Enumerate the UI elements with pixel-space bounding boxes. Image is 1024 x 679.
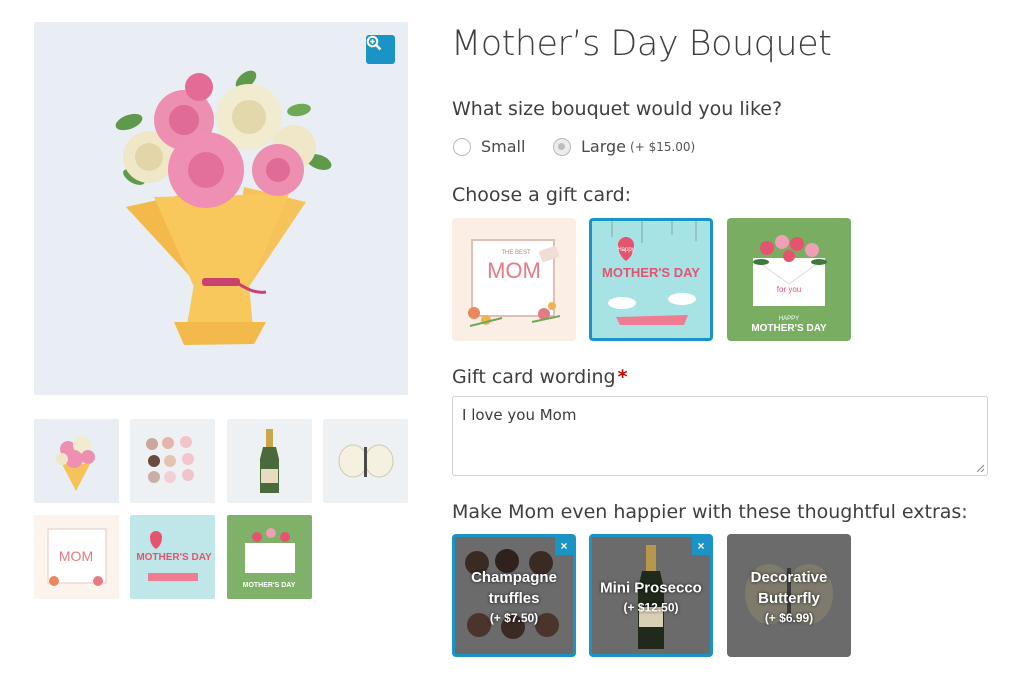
size-option-large[interactable]: Large (+ $15.00)	[553, 137, 695, 156]
for-you-card-image: for you HAPPY MOTHER'S DAY	[751, 235, 827, 334]
card-happy-text: Happy	[617, 247, 634, 253]
gift-card-label: Choose a gift card:	[452, 184, 632, 206]
gift-card-option-for-you[interactable]: for you HAPPY MOTHER'S DAY	[727, 218, 851, 341]
best-mom-thumbnail-image: MOM	[47, 528, 107, 586]
butterfly-thumbnail-image	[338, 444, 394, 478]
mothers-day-card-image: Happy MOTHER'S DAY	[602, 221, 700, 325]
extra-name-line1: Champagne	[471, 568, 557, 586]
extra-text: Champagne truffles (+ $7.50)	[455, 567, 573, 625]
extra-name-line1: Decorative	[750, 568, 828, 586]
extra-price: (+ $6.99)	[764, 610, 814, 625]
svg-text:MOTHER'S DAY: MOTHER'S DAY	[243, 582, 296, 589]
radio-large[interactable]	[553, 137, 571, 156]
remove-extra-icon[interactable]: ×	[692, 537, 710, 555]
magnifier-plus-icon	[366, 35, 382, 51]
card-mothers-day-small-text: MOTHER'S DAY	[751, 323, 827, 334]
extra-name-line2: truffles	[488, 589, 540, 607]
prosecco-thumbnail-image	[260, 429, 279, 493]
card-for-you-text: for you	[777, 285, 801, 294]
card-best-text: THE BEST	[501, 250, 531, 256]
bouquet-illustration	[115, 70, 332, 345]
card-mothers-day-text: MOTHER'S DAY	[602, 265, 700, 280]
product-title: Mother’s Day Bouquet	[451, 24, 832, 64]
size-option-small-label: Small	[481, 137, 526, 156]
thumbnail-truffles[interactable]	[130, 419, 215, 503]
svg-text:MOTHER'S DAY: MOTHER'S DAY	[136, 552, 212, 563]
extra-price: (+ $12.50)	[623, 600, 679, 614]
card-happy-small-text: HAPPY	[779, 316, 799, 322]
gift-card-wording-label-text: Gift card wording	[452, 366, 616, 388]
size-option-large-price: (+ $15.00)	[630, 139, 696, 154]
gift-card-wording-label: Gift card wording *	[452, 366, 628, 388]
svg-text:MOM: MOM	[59, 548, 93, 564]
size-option-large-label: Large	[581, 137, 627, 156]
extra-text: Decorative Butterfly (+ $6.99)	[727, 567, 851, 625]
extra-price: (+ $7.50)	[489, 610, 539, 625]
card-mom-text: MOM	[487, 258, 541, 283]
required-marker: *	[617, 366, 628, 388]
truffles-thumbnail-image	[146, 436, 194, 483]
thumbnail-butterfly[interactable]	[323, 419, 408, 503]
gift-card-option-mothers-day[interactable]: Happy MOTHER'S DAY	[589, 218, 713, 341]
gift-card-wording-value: I love you Mom	[462, 406, 577, 424]
remove-extra-icon[interactable]: ×	[555, 537, 573, 555]
extras-label: Make Mom even happier with these thought…	[452, 501, 968, 523]
main-product-image[interactable]	[34, 22, 408, 395]
thumbnail-for-you-card[interactable]: MOTHER'S DAY	[227, 515, 312, 599]
zoom-button[interactable]	[366, 35, 395, 64]
extra-name-line1: Mini Prosecco	[600, 579, 702, 596]
size-option-small[interactable]: Small	[453, 137, 525, 156]
thumbnail-bouquet[interactable]	[34, 419, 119, 503]
radio-small[interactable]	[453, 137, 471, 156]
gift-card-wording-input[interactable]: I love you Mom	[452, 396, 988, 476]
extra-champagne-truffles[interactable]: × Champagne truffles (+ $7.50)	[452, 534, 576, 657]
extra-name-line2: Butterfly	[758, 589, 820, 607]
extra-mini-prosecco[interactable]: × Mini Prosecco (+ $12.50)	[589, 534, 713, 657]
mothers-day-thumbnail-image: MOTHER'S DAY	[136, 531, 212, 581]
gift-card-option-best-mom[interactable]: THE BEST MOM	[452, 218, 576, 341]
extra-decorative-butterfly[interactable]: Decorative Butterfly (+ $6.99)	[727, 534, 851, 657]
thumbnail-mothers-day-card[interactable]: MOTHER'S DAY	[130, 515, 215, 599]
bouquet-thumbnail-image	[56, 436, 95, 491]
for-you-thumbnail-image: MOTHER'S DAY	[243, 528, 296, 589]
best-mom-card-image: THE BEST MOM	[468, 239, 561, 327]
resize-handle-icon[interactable]	[975, 463, 985, 473]
thumbnail-best-mom-card[interactable]: MOM	[34, 515, 119, 599]
extra-text: Mini Prosecco (+ $12.50)	[592, 577, 710, 614]
size-label: What size bouquet would you like?	[452, 98, 783, 120]
thumbnail-prosecco[interactable]	[227, 419, 312, 503]
